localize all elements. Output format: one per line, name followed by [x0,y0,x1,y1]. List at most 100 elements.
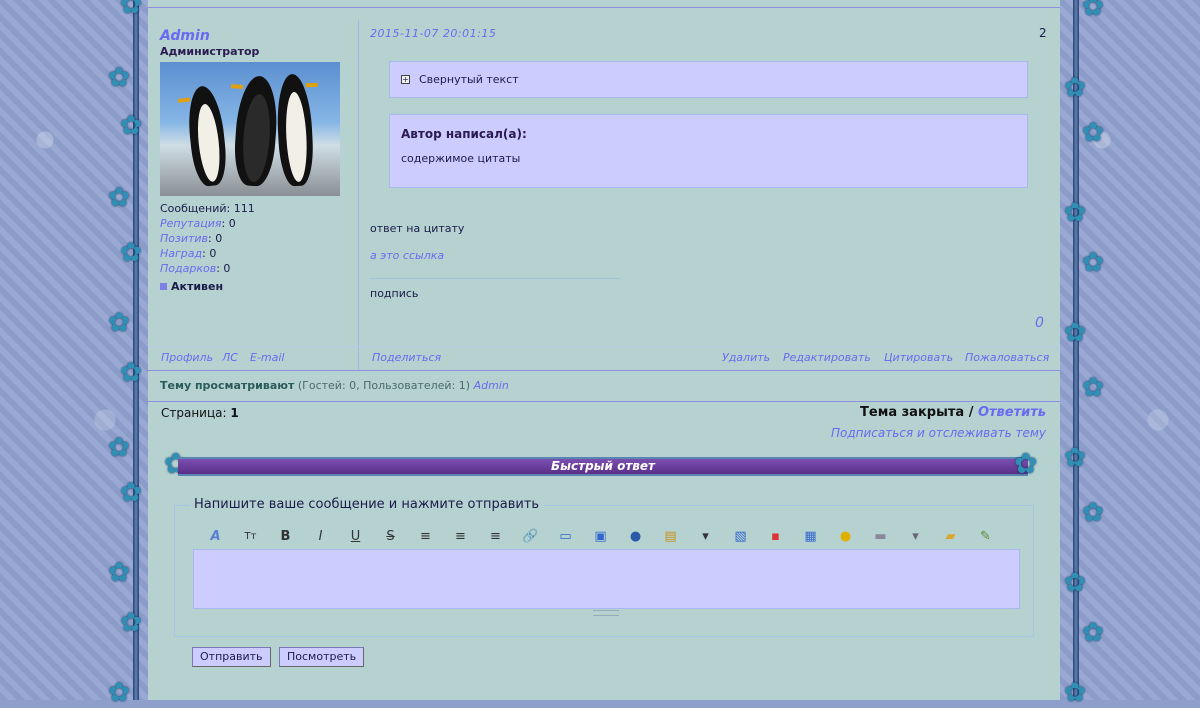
flower-icon: ✿ [1064,318,1086,348]
quote-body: содержимое цитаты [401,152,521,165]
post-date[interactable]: 2015-11-07 20:01:15 [370,27,496,40]
font-size-icon[interactable]: Tт [233,526,268,546]
post-link[interactable]: а это ссылка [370,249,444,262]
expand-icon[interactable]: + [401,75,410,84]
flower-icon: ✿ [1064,678,1086,708]
quote-header: Автор написал(а): [401,127,527,141]
flower-icon: ✿ [1064,443,1086,473]
forum-content: Admin Администратор Сообщений: 111 Репут… [148,0,1060,700]
message-input[interactable] [193,549,1020,609]
color-icon[interactable]: ▪ [758,526,793,546]
code-icon[interactable]: ▧ [723,526,758,546]
image-icon[interactable]: ▭ [548,526,583,546]
preview-button[interactable]: Посмотреть [279,647,365,667]
spoiler-label: Свернутый текст [419,73,519,86]
stat-gifts: Подарков: 0 [160,262,231,275]
stat-posts: Сообщений: 111 [160,202,255,215]
flower-icon: ✿ [108,678,130,708]
stat-positive: Позитив: 0 [160,232,223,245]
flower-icon: ✿ [120,358,142,388]
user-stats: Сообщений: 111 Репутация: 0 Позитив: 0 Н… [160,201,360,293]
flower-icon: ✿ [1082,0,1104,22]
awards-link[interactable]: Наград [160,247,202,260]
stat-reputation: Репутация: 0 [160,217,236,230]
flower-icon: ✿ [108,308,130,338]
quote-block: Автор написал(а): содержимое цитаты [389,114,1028,188]
post-rating[interactable]: 0 [1035,315,1044,331]
align-right-icon[interactable]: ≡ [478,526,513,546]
spoiler-block[interactable]: + Свернутый текст [389,61,1028,98]
italic-icon[interactable]: I [303,526,338,546]
positive-link[interactable]: Позитив [160,232,208,245]
spellcheck-icon[interactable]: ✎ [968,526,1003,546]
current-page: 1 [230,406,239,420]
quick-reply-header: Быстрый ответ [178,457,1028,476]
signature-divider [370,278,620,279]
more-icon[interactable]: ▾ [898,526,933,546]
email-link[interactable]: E-mail [250,351,285,364]
hide-icon[interactable]: ▤ [653,526,688,546]
smiley-icon[interactable]: ● [828,526,863,546]
submit-button[interactable]: Отправить [192,647,271,667]
flower-icon: ✿ [120,0,142,20]
upload-icon[interactable]: ▰ [933,526,968,546]
flower-icon: ✿ [120,111,142,141]
quick-reply-title: Быстрый ответ [551,459,655,473]
flower-icon: ✿ [1082,373,1104,403]
table-icon[interactable]: ▦ [793,526,828,546]
strikethrough-icon[interactable]: S [373,526,408,546]
underline-icon[interactable]: U [338,526,373,546]
flower-icon: ✿ [108,433,130,463]
font-icon[interactable]: A [198,526,233,546]
viewer-user-link[interactable]: Admin [474,379,509,392]
avatar [160,62,340,196]
flower-icon: ✿ [1082,618,1104,648]
stat-awards: Наград: 0 [160,247,217,260]
flower-icon: ✿ [1082,118,1104,148]
post-username[interactable]: Admin [160,28,360,44]
keyboard-icon[interactable]: ▬ [863,526,898,546]
gifts-link[interactable]: Подарков [160,262,216,275]
flower-icon: ✿ [120,238,142,268]
divider [148,346,1060,347]
flower-icon: ✿ [108,183,130,213]
subscribe-link[interactable]: Подписаться и отслеживать тему [831,426,1046,440]
divider [148,7,1060,8]
bold-icon[interactable]: B [268,526,303,546]
flower-icon: ✿ [1082,248,1104,278]
post-author-panel: Admin Администратор Сообщений: 111 Репут… [160,28,360,293]
reply-legend: Напишите ваше сообщение и нажмите отправ… [190,497,544,512]
signature: подпись [370,287,419,300]
flower-icon: ✿ [108,558,130,588]
flower-icon: ✿ [1064,198,1086,228]
user-rank: Администратор [160,45,260,58]
reply-link[interactable]: Ответить [978,405,1046,420]
flower-icon: ✿ [1064,568,1086,598]
media-icon[interactable]: ▣ [583,526,618,546]
video-icon[interactable]: ● [618,526,653,546]
edit-link[interactable]: Редактировать [783,351,871,364]
resize-handle[interactable] [593,610,619,616]
align-center-icon[interactable]: ≡ [443,526,478,546]
profile-link[interactable]: Профиль [161,351,213,364]
pm-link[interactable]: ЛС [222,351,238,364]
flower-icon: ✿ [108,63,130,93]
align-left-icon[interactable]: ≡ [408,526,443,546]
divider [148,401,1060,402]
share-link[interactable]: Поделиться [372,351,441,364]
flower-icon: ✿ [1064,73,1086,103]
flower-icon: ✿ [1014,447,1038,480]
post-number: 2 [1039,26,1047,40]
pagination: Страница: 1 [161,406,239,420]
quote-icon[interactable]: ▾ [688,526,723,546]
flower-icon: ✿ [1082,498,1104,528]
report-link[interactable]: Пожаловаться [965,351,1049,364]
reputation-link[interactable]: Репутация [160,217,222,230]
divider [358,20,359,370]
link-icon[interactable]: 🔗 [513,526,548,546]
delete-link[interactable]: Удалить [722,351,770,364]
divider [148,370,1060,371]
quote-link[interactable]: Цитировать [884,351,953,364]
left-vine-border [133,0,139,700]
topic-status: Тема закрыта / Ответить [860,405,1046,420]
